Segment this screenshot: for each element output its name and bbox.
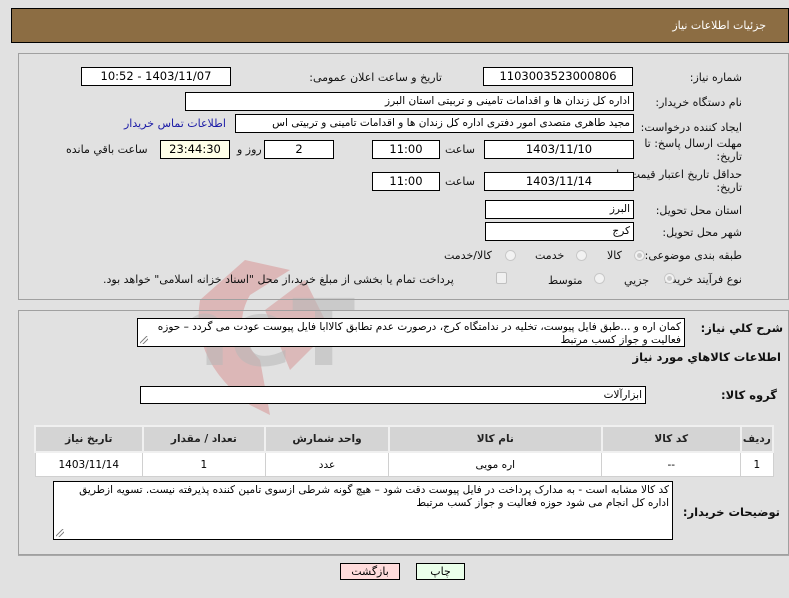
announce-label: تاریخ و ساعت اعلان عمومی:	[309, 71, 442, 84]
city-field: کرج	[485, 222, 634, 241]
col-header-name: نام کالا	[387, 425, 603, 453]
days-remaining-field: 2	[264, 140, 334, 159]
creator-field: مجید طاهری متصدی امور دفتری اداره کل زند…	[235, 114, 634, 133]
page-header: جزئيات اطلاعات نياز	[11, 8, 789, 43]
items-table: ردیف کد کالا نام کالا واحد شمارش تعداد /…	[34, 425, 775, 477]
cell-code: --	[601, 451, 742, 477]
page-title: جزئيات اطلاعات نياز	[672, 19, 766, 32]
price-validity-label-date: تاریخ:	[716, 181, 742, 194]
category-radio-goods-service[interactable]	[505, 250, 516, 261]
resize-grip[interactable]	[56, 529, 64, 537]
creator-label: ایجاد کننده درخواست:	[640, 121, 742, 134]
deadline-time-field: 11:00	[372, 140, 440, 159]
process-radio-medium[interactable]	[594, 273, 605, 284]
category-option-goods: کالا	[607, 249, 622, 262]
back-button[interactable]: بازگشت	[340, 563, 400, 580]
remaining-time-label: ساعت باقي مانده	[66, 143, 148, 156]
col-header-quantity: تعداد / مقدار	[141, 425, 267, 453]
goods-group-label: گروه کالا:	[721, 388, 777, 402]
goods-group-field: ابزارآلات	[140, 386, 646, 404]
process-label: نوع فرآیند خرید :	[664, 273, 742, 286]
process-option-minor: جزیي	[624, 274, 650, 287]
treasury-checkbox-label: پرداخت تمام یا بخشی از مبلغ خرید،از محل …	[103, 273, 454, 286]
buyer-contact-link[interactable]: اطلاعات تماس خریدار	[124, 117, 226, 130]
days-label: روز و	[237, 143, 262, 156]
category-radio-goods[interactable]	[634, 250, 645, 261]
description-text: کمان اره و ...طبق فایل پیوست، تخلیه در ن…	[157, 321, 681, 346]
buyer-org-field: اداره کل زندان ها و اقدامات تامینی و ترب…	[185, 92, 634, 111]
buyer-org-label: نام دستگاه خریدار:	[655, 96, 742, 109]
treasury-checkbox[interactable]	[496, 272, 507, 284]
category-radio-service[interactable]	[576, 250, 587, 261]
price-validity-time-label: ساعت	[445, 175, 475, 188]
cell-name: اره مویی	[388, 451, 603, 477]
print-button[interactable]: چاپ	[416, 563, 465, 580]
cell-quantity: 1	[142, 451, 266, 477]
category-option-goods-service: کالا/خدمت	[444, 249, 492, 262]
announce-datetime-field: 1403/11/07 - 10:52	[81, 67, 231, 86]
table-row: 1 -- اره مویی عدد 1 1403/11/14	[34, 451, 774, 477]
description-textarea[interactable]: کمان اره و ...طبق فایل پیوست، تخلیه در ن…	[137, 318, 685, 347]
deadline-date-field: 1403/11/10	[484, 140, 634, 159]
need-number-label: شماره نیاز:	[689, 71, 742, 84]
resize-grip[interactable]	[140, 336, 148, 344]
remaining-time-field: 23:44:30	[160, 140, 230, 159]
col-header-code: کد کالا	[600, 425, 742, 453]
buyer-notes-text: کد کالا مشابه است - به مدارک پرداخت در ف…	[79, 484, 669, 509]
cell-row-num: 1	[740, 451, 774, 477]
deadline-label-date: تاریخ:	[716, 150, 742, 163]
buyer-notes-label: توضیحات خریدار:	[682, 505, 780, 519]
cell-need-date: 1403/11/14	[34, 451, 144, 477]
process-radio-minor[interactable]	[664, 273, 675, 284]
province-field: البرز	[485, 200, 634, 219]
footer-divider	[18, 555, 789, 556]
need-number-field: 1103003523000806	[483, 67, 633, 86]
items-section-title: اطلاعات کالاهاي مورد نياز	[632, 350, 781, 364]
table-header-row: ردیف کد کالا نام کالا واحد شمارش تعداد /…	[34, 425, 775, 453]
price-validity-label: حداقل تاریخ اعتبار قیمت: تا	[616, 168, 742, 181]
city-label: شهر محل تحویل:	[662, 226, 742, 239]
buyer-notes-textarea[interactable]: کد کالا مشابه است - به مدارک پرداخت در ف…	[53, 481, 673, 540]
col-header-unit: واحد شمارش	[264, 425, 390, 453]
col-header-row-num: ردیف	[739, 425, 775, 453]
col-header-need-date: تاریخ نیاز	[34, 425, 144, 453]
deadline-label: مهلت ارسال پاسخ: تا	[644, 137, 742, 150]
process-option-medium: متوسط	[548, 274, 583, 287]
category-label: طبقه بندی موضوعی:	[644, 249, 742, 262]
description-label: شرح کلي نياز:	[700, 321, 783, 335]
deadline-time-label: ساعت	[445, 143, 475, 156]
price-validity-time-field: 11:00	[372, 172, 440, 191]
price-validity-date-field: 1403/11/14	[484, 172, 634, 191]
category-option-service: خدمت	[535, 249, 565, 262]
province-label: استان محل تحویل:	[655, 204, 742, 217]
cell-unit: عدد	[264, 451, 390, 477]
